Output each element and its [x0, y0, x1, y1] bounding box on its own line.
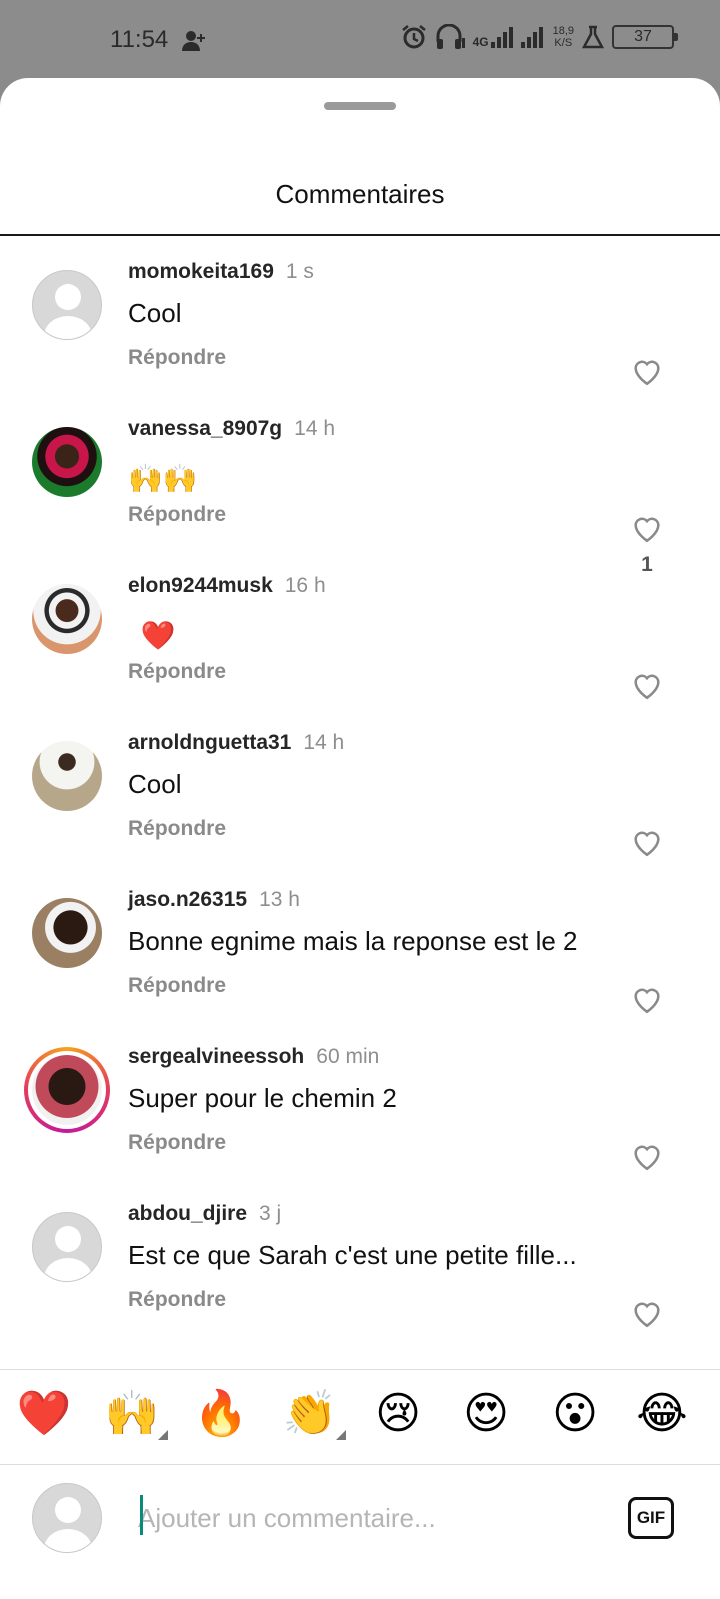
sheet-title: Commentaires	[275, 179, 445, 209]
comment-item: jaso.n26315 13 h Bonne egnime mais la rep…	[0, 864, 720, 1021]
avatar[interactable]	[32, 270, 102, 340]
comment-item: sergealvineessoh 60 min Super pour le che…	[0, 1021, 720, 1178]
comment-item: abdou_djire 3 j Est ce que Sarah c'est un…	[0, 1178, 720, 1335]
comment-meta: sergealvineessoh 60 min	[128, 1045, 379, 1069]
emoji-variant-indicator	[336, 1430, 346, 1440]
avatar[interactable]	[32, 898, 102, 968]
comment-item: elon9244musk 16 h ❤️ Répondre	[0, 550, 720, 707]
reply-button[interactable]: Répondre	[128, 817, 226, 841]
comment-username[interactable]: elon9244musk	[128, 574, 273, 597]
status-icons: 4G 18,9 K/S 37	[401, 24, 678, 50]
heart-icon[interactable]	[630, 982, 664, 1016]
emoji-variant-indicator	[158, 1430, 168, 1440]
heart-icon[interactable]	[630, 354, 664, 388]
avatar[interactable]	[32, 1212, 102, 1282]
heart-icon[interactable]	[630, 1139, 664, 1173]
comment-time: 13 h	[259, 888, 300, 911]
comment-meta: abdou_djire 3 j	[128, 1202, 281, 1226]
comment-meta: jaso.n26315 13 h	[128, 888, 300, 912]
reply-button[interactable]: Répondre	[128, 1288, 226, 1312]
comment-meta: elon9244musk 16 h	[128, 574, 326, 598]
comment-time: 14 h	[294, 417, 336, 440]
avatar[interactable]	[32, 584, 102, 654]
lab-flask-icon	[582, 25, 604, 49]
avatar[interactable]	[32, 741, 102, 811]
comment-input[interactable]	[138, 1495, 608, 1541]
text-caret	[140, 1495, 143, 1535]
heart-icon[interactable]	[630, 511, 664, 545]
comment-item: momokeita169 1 s Cool Répondre	[0, 236, 720, 393]
comment-item: vanessa_8907g 14 h 🙌🙌 Répondre 1	[0, 393, 720, 576]
gif-button[interactable]: GIF	[628, 1497, 674, 1539]
alarm-icon	[401, 25, 426, 49]
reply-button[interactable]: Répondre	[128, 974, 226, 998]
comment-text: Super pour le chemin 2	[128, 1083, 397, 1113]
own-avatar	[32, 1483, 102, 1553]
comment-text: Bonne egnime mais la reponse est le 2	[128, 926, 578, 956]
status-time: 11:54	[110, 26, 169, 53]
reply-button[interactable]: Répondre	[128, 503, 226, 527]
comment-text: 🙌🙌	[128, 462, 198, 495]
comment-username[interactable]: arnoldnguetta31	[128, 731, 291, 754]
comment-username[interactable]: abdou_djire	[128, 1202, 247, 1225]
emoji-fire-button[interactable]: 🔥	[191, 1386, 251, 1442]
comment-meta: vanessa_8907g 14 h	[128, 417, 335, 441]
avatar[interactable]	[32, 427, 102, 497]
headphones-icon	[436, 24, 465, 49]
emoji-heart-eyes-button[interactable]: 😍	[456, 1386, 516, 1442]
reply-button[interactable]: Répondre	[128, 346, 226, 370]
heart-icon[interactable]	[630, 668, 664, 702]
comment-composer: GIF	[0, 1465, 720, 1599]
battery-indicator: 37	[612, 25, 678, 49]
emoji-raised-hands-button[interactable]: 🙌	[102, 1386, 162, 1442]
story-ring[interactable]	[24, 1047, 110, 1133]
emoji-laughing-button[interactable]: 😂	[632, 1386, 692, 1442]
emoji-surprised-button[interactable]: 😮	[545, 1386, 605, 1442]
comment-username[interactable]: momokeita169	[128, 260, 274, 283]
comment-time: 14 h	[303, 731, 345, 754]
emoji-bar: ❤️ 🙌 🔥 👏 😢 😍 😮 😂	[0, 1369, 720, 1465]
comment-username[interactable]: sergealvineessoh	[128, 1045, 304, 1068]
comment-text: ❤️	[140, 619, 176, 652]
comment-item: arnoldnguetta31 14 h Cool Répondre	[0, 707, 720, 864]
comment-text: Cool	[128, 298, 182, 328]
reply-button[interactable]: Répondre	[128, 660, 226, 684]
network-speed: 18,9 K/S	[552, 25, 574, 49]
comment-time: 3 j	[259, 1202, 282, 1225]
emoji-clap-button[interactable]: 👏	[280, 1386, 340, 1442]
avatar[interactable]	[32, 1055, 102, 1125]
comment-username[interactable]: jaso.n26315	[128, 888, 247, 911]
signal-icon	[520, 27, 543, 48]
emoji-crying-button[interactable]: 😢	[368, 1386, 428, 1442]
drag-handle[interactable]	[324, 102, 396, 110]
comment-meta: arnoldnguetta31 14 h	[128, 731, 344, 755]
heart-icon[interactable]	[630, 825, 664, 859]
comment-time: 1 s	[285, 260, 314, 283]
emoji-heart-button[interactable]: ❤️	[14, 1386, 74, 1442]
signal-4g-icon: 4G	[473, 26, 513, 48]
add-contact-icon	[182, 31, 205, 51]
comment-username[interactable]: vanessa_8907g	[128, 417, 282, 440]
heart-icon[interactable]	[630, 1296, 664, 1330]
comment-meta: momokeita169 1 s	[128, 260, 314, 284]
comment-text: Est ce que Sarah c'est une petite fille.…	[128, 1240, 577, 1270]
comment-text: Cool	[128, 769, 182, 799]
comment-list[interactable]: momokeita169 1 s Cool Répondre vanessa_89…	[0, 236, 720, 1370]
status-bar: 11:54 4G 18,9 K/S 37	[0, 0, 720, 80]
comment-time: 16 h	[284, 574, 326, 597]
comment-time: 60 min	[316, 1045, 380, 1068]
comments-sheet: Commentaires momokeita169 1 s Cool Répond…	[0, 78, 720, 1599]
reply-button[interactable]: Répondre	[128, 1131, 226, 1155]
